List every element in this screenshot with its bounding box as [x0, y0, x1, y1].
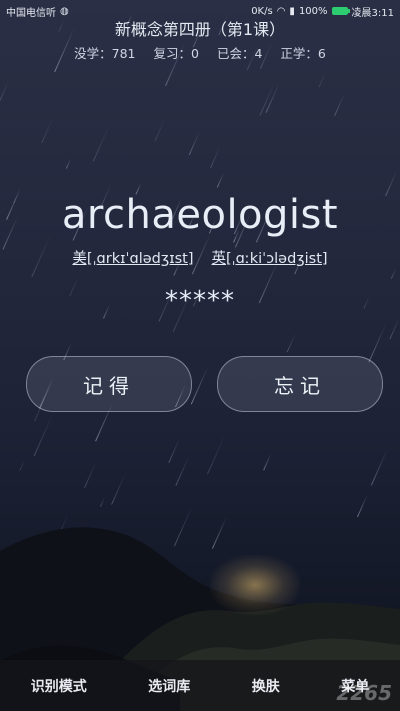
star-streak: [371, 448, 389, 486]
star-streak: [99, 497, 106, 508]
forget-button[interactable]: 忘记: [217, 356, 383, 412]
star-streak: [206, 433, 226, 475]
star-streak: [174, 454, 190, 486]
stat-learning: 正学：6: [280, 46, 326, 61]
star-streak: [286, 333, 297, 353]
star-streak: [390, 267, 397, 279]
star-streak: [92, 124, 110, 162]
star-streak: [216, 172, 224, 188]
site-watermark: 2265: [336, 681, 392, 705]
star-streak: [263, 452, 273, 471]
masked-meaning[interactable]: *****: [0, 286, 400, 316]
vocab-word: archaeologist: [61, 192, 339, 238]
nav-word-library[interactable]: 选词库: [140, 670, 198, 702]
stat-known: 已会：4: [216, 46, 263, 61]
star-streak: [389, 317, 400, 340]
star-streak: [333, 93, 345, 116]
star-streak: [190, 367, 209, 406]
phonetic-uk[interactable]: 英[ˌɑːkiˈɔlədʒist]: [212, 247, 328, 268]
star-streak: [210, 145, 222, 169]
nav-change-skin[interactable]: 换肤: [244, 670, 288, 702]
phonetic-us[interactable]: 美[ˌɑrkɪˈɑlədʒɪst]: [72, 247, 193, 268]
star-streak: [0, 81, 9, 118]
horizon-glow: [210, 555, 300, 615]
star-streak: [318, 71, 327, 88]
wifi-icon: ◠: [276, 5, 286, 17]
star-streak: [84, 460, 98, 488]
remember-button[interactable]: 记得: [26, 356, 192, 412]
star-streak: [33, 414, 53, 457]
star-streak: [168, 436, 181, 463]
notification-icon: ◍: [60, 5, 69, 17]
star-streak: [188, 131, 200, 156]
battery-icon: [331, 7, 350, 15]
phonetics-row: 美[ˌɑrkɪˈɑlədʒɪst] 英[ˌɑːkiˈɔlədʒist]: [0, 247, 400, 268]
stat-unlearned: 没学：781: [74, 46, 136, 61]
signal-icon: ▮: [289, 5, 295, 17]
network-speed: 0K/s: [251, 5, 273, 17]
battery-percent: 100%: [298, 5, 328, 17]
star-streak: [19, 458, 27, 472]
nav-recognition-mode[interactable]: 识别模式: [23, 670, 95, 702]
star-streak: [66, 158, 72, 169]
star-streak: [368, 323, 386, 362]
star-streak: [111, 473, 127, 505]
star-streak: [154, 116, 167, 141]
stat-review: 复习：0: [153, 46, 199, 61]
lesson-title: 新概念第四册（第1课）: [114, 20, 286, 39]
star-streak: [41, 117, 54, 144]
stats-row: 没学：781 复习：0 已会：4 正学：6: [0, 43, 400, 62]
